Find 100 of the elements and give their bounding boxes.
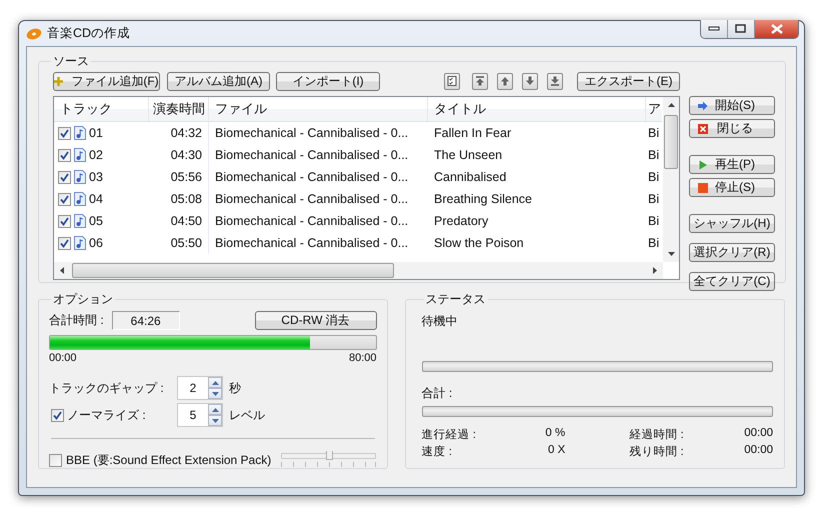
table-cell-text: Bi [647, 191, 660, 208]
table-cell-text: Bi [647, 147, 660, 164]
slider-track[interactable] [281, 453, 376, 459]
total-label: 合計 : [422, 385, 454, 402]
checkbox[interactable] [58, 192, 71, 206]
stat-value: 00:00 [744, 444, 773, 458]
music-file-icon [74, 170, 86, 184]
scroll-thumb[interactable] [664, 115, 678, 169]
column-header[interactable]: トラック [54, 97, 149, 121]
action-button[interactable]: 再生(P) [689, 155, 775, 174]
stat-label: 経過時間 : [629, 428, 684, 442]
move-up-icon [500, 76, 510, 86]
move-up-button[interactable] [497, 72, 513, 90]
erase-button[interactable]: CD-RW 消去 [254, 311, 377, 330]
checkbox[interactable] [58, 170, 71, 184]
table-cell-text: Bi [647, 125, 660, 142]
table-cell-text: Bi [647, 235, 660, 252]
action-button[interactable]: 選択クリア(R) [689, 243, 775, 262]
total-time-display: 64:26 [112, 311, 180, 330]
disc-icon [26, 26, 42, 40]
unit-label: 秒 [229, 380, 241, 396]
action-button[interactable]: 開始(S) [689, 96, 775, 115]
table-cell-text: Biomechanical - Cannibalised - 0... [214, 235, 410, 252]
column-header[interactable]: 演奏時間 [149, 97, 209, 121]
checkbox[interactable] [51, 408, 64, 422]
stat-value: 00:00 [744, 427, 773, 441]
scroll-down-icon[interactable] [668, 252, 674, 256]
action-button[interactable]: 閉じる [689, 119, 775, 138]
toolbar-button[interactable]: ファイル追加(F) [53, 72, 160, 90]
track-number: 03 [89, 170, 103, 184]
vertical-scrollbar[interactable] [663, 97, 679, 262]
stat-value: 0 % [545, 427, 566, 441]
arrow-right-icon [698, 101, 708, 111]
column-header[interactable]: ア [646, 97, 662, 121]
move-down-icon [525, 76, 535, 86]
stat-value: 0 X [548, 444, 566, 458]
scroll-left-icon[interactable] [60, 267, 64, 274]
minimize-button[interactable] [701, 20, 728, 38]
move-bottom-button[interactable] [547, 72, 563, 90]
table-cell: 04:50 [149, 210, 209, 232]
move-top-button[interactable] [472, 72, 488, 90]
plus-icon [54, 76, 64, 86]
close-icon [698, 124, 708, 134]
stat-label: 残り時間 : [629, 444, 684, 459]
time-label: 80:00 [348, 352, 377, 364]
close-button[interactable] [755, 20, 798, 38]
window-title: 音楽CDの作成 [47, 25, 130, 42]
slider-thumb[interactable] [326, 451, 333, 460]
column-header[interactable]: タイトル [428, 97, 646, 121]
move-top-icon [475, 76, 485, 86]
table-cell-text: Biomechanical - Cannibalised - 0... [214, 191, 410, 208]
table-cell-text: Biomechanical - Cannibalised - 0... [214, 169, 410, 186]
checkbox[interactable] [58, 148, 71, 162]
stat-label: 速度 : [422, 444, 452, 459]
scroll-thumb[interactable] [72, 263, 394, 278]
maximize-button[interactable] [728, 20, 755, 38]
scroll-up-icon[interactable] [668, 103, 674, 107]
table-cell-text: Predatory [433, 213, 490, 230]
checkbox[interactable] [49, 454, 62, 466]
status-text: 待機中 [422, 313, 459, 330]
table-cell-text: Slow the Poison [433, 235, 525, 252]
close-icon [770, 24, 784, 34]
checkbox[interactable] [58, 236, 71, 250]
move-bottom-icon [550, 76, 560, 86]
check-list-button[interactable] [444, 72, 460, 90]
action-button[interactable]: シャッフル(H) [689, 214, 775, 233]
action-button[interactable]: 停止(S) [689, 178, 775, 197]
table-cell-text: Biomechanical - Cannibalised - 0... [214, 125, 410, 142]
play-icon [698, 160, 708, 170]
table-cell-text: Biomechanical - Cannibalised - 0... [214, 213, 410, 230]
export-button[interactable]: エクスポート(E) [577, 72, 680, 90]
track-number: 01 [89, 126, 103, 140]
time-label: 00:00 [49, 352, 77, 364]
table-cell-text: Bi [647, 213, 660, 230]
action-button[interactable]: 全てクリア(C) [689, 272, 775, 291]
checkbox[interactable] [58, 214, 71, 228]
table-cell: 05:56 [149, 166, 209, 188]
music-file-icon [74, 236, 86, 250]
checkbox[interactable] [58, 126, 71, 140]
bbe-label: BBE (要:Sound Effect Extension Pack) [66, 452, 272, 468]
horizontal-scrollbar[interactable] [54, 262, 663, 279]
gap-label: トラックのギャップ : [49, 380, 165, 396]
toolbar-button[interactable]: アルバム追加(A) [167, 72, 270, 90]
table-cell-text: Fallen In Fear [433, 125, 512, 142]
stop-icon [698, 183, 708, 193]
scroll-right-icon[interactable] [653, 267, 657, 274]
group-label: ソース [52, 53, 90, 70]
track-number: 05 [89, 214, 103, 228]
move-down-button[interactable] [522, 72, 538, 90]
toolbar-button[interactable]: インポート(I) [276, 72, 380, 90]
group-label: ステータス [424, 291, 487, 308]
group-label: オプション [52, 291, 114, 308]
total-time-label: 合計時間 : [49, 312, 104, 329]
track-number: 04 [89, 192, 103, 206]
column-header[interactable]: ファイル [209, 97, 428, 121]
music-file-icon [74, 126, 86, 140]
normalize-label: ノーマライズ : [67, 406, 146, 424]
table-cell-text: Breathing Silence [433, 191, 533, 208]
table-cell: 05:50 [149, 232, 209, 254]
music-file-icon [74, 148, 86, 162]
